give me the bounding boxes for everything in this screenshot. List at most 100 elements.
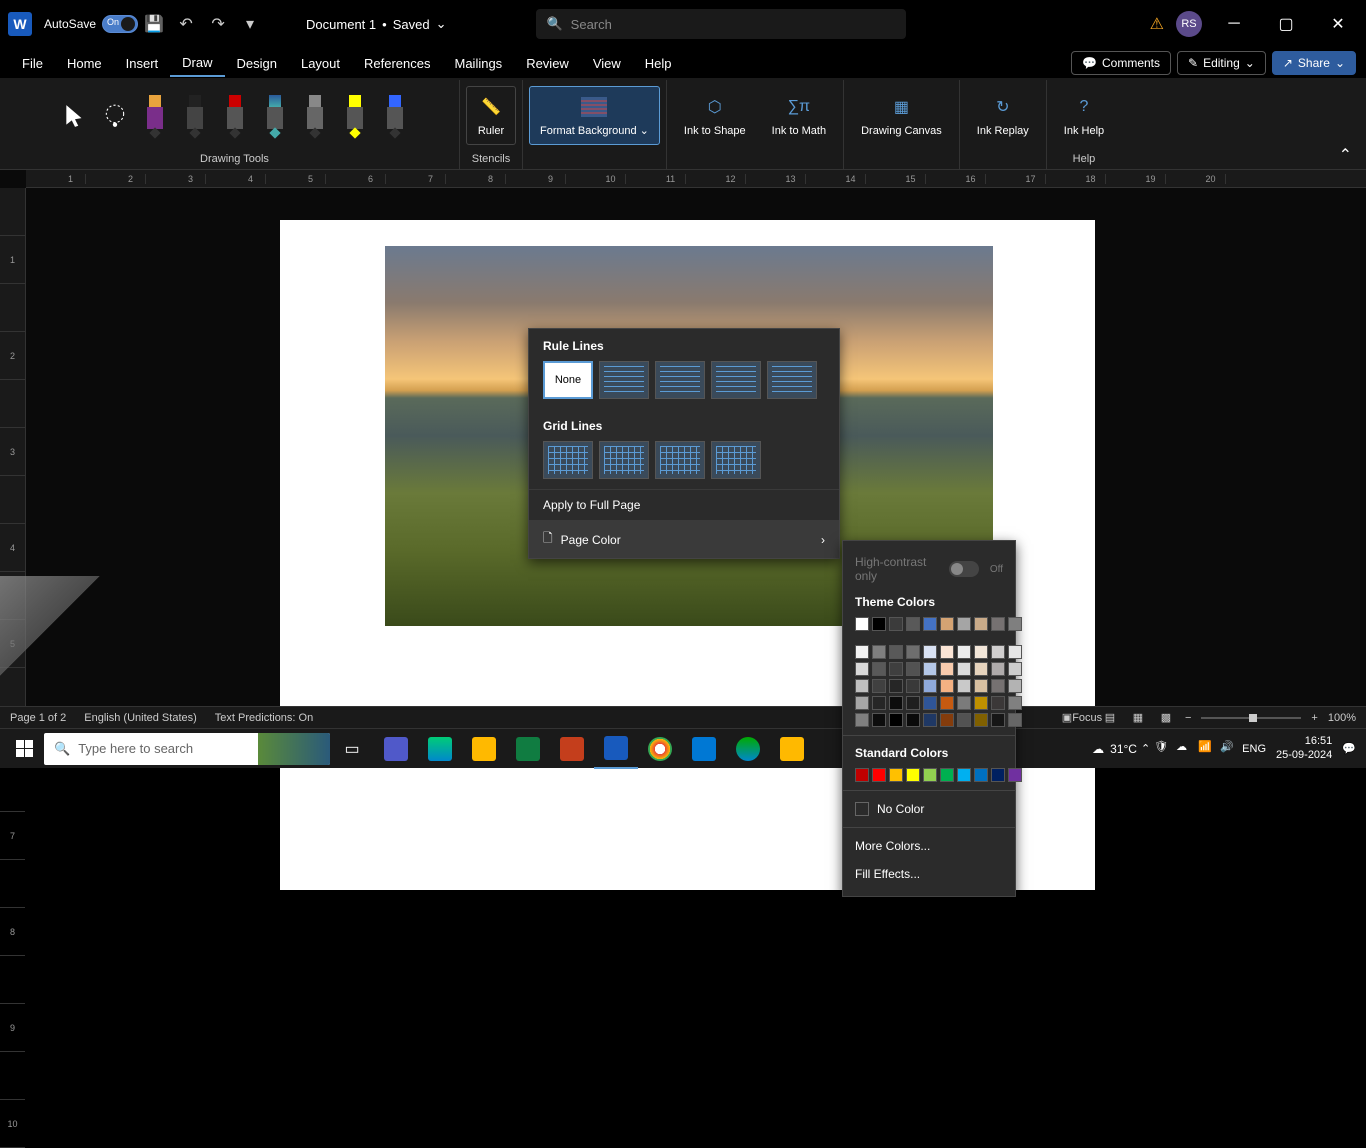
color-swatch[interactable] xyxy=(872,662,886,676)
tab-home[interactable]: Home xyxy=(55,51,114,76)
ruler-button[interactable]: 📏 Ruler xyxy=(466,86,516,145)
color-swatch[interactable] xyxy=(991,713,1005,727)
color-swatch[interactable] xyxy=(872,696,886,710)
color-swatch[interactable] xyxy=(906,696,920,710)
collapse-ribbon-button[interactable]: ⌃ xyxy=(1335,141,1356,169)
user-avatar[interactable]: RS xyxy=(1176,11,1202,37)
color-swatch[interactable] xyxy=(974,617,988,631)
color-swatch[interactable] xyxy=(940,645,954,659)
fill-effects-item[interactable]: Fill Effects... xyxy=(843,860,1015,888)
document-title[interactable]: Document 1 • Saved ⌄ xyxy=(306,16,446,32)
grid-large[interactable] xyxy=(655,441,705,479)
page-count[interactable]: Page 1 of 2 xyxy=(10,712,66,724)
zoom-level[interactable]: 100% xyxy=(1328,712,1356,724)
onenote-app-icon[interactable] xyxy=(726,729,770,769)
color-swatch[interactable] xyxy=(974,679,988,693)
color-swatch[interactable] xyxy=(991,645,1005,659)
tray-volume-icon[interactable]: 🔊 xyxy=(1220,740,1238,758)
color-swatch[interactable] xyxy=(906,645,920,659)
pen-yellow-purple[interactable] xyxy=(137,86,173,146)
grid-xlarge[interactable] xyxy=(711,441,761,479)
language-indicator[interactable]: English (United States) xyxy=(84,712,197,724)
color-swatch[interactable] xyxy=(957,713,971,727)
color-swatch[interactable] xyxy=(923,713,937,727)
color-swatch[interactable] xyxy=(1008,713,1022,727)
tab-help[interactable]: Help xyxy=(633,51,684,76)
print-layout-button[interactable]: ▦ xyxy=(1129,709,1147,727)
color-swatch[interactable] xyxy=(889,713,903,727)
grid-small[interactable] xyxy=(543,441,593,479)
color-swatch[interactable] xyxy=(1008,645,1022,659)
color-swatch[interactable] xyxy=(957,662,971,676)
chrome-app-icon[interactable] xyxy=(638,729,682,769)
color-swatch[interactable] xyxy=(940,768,954,782)
zoom-out-button[interactable]: − xyxy=(1185,712,1191,724)
color-swatch[interactable] xyxy=(957,645,971,659)
ink-replay-button[interactable]: ↻Ink Replay xyxy=(966,86,1040,145)
color-swatch[interactable] xyxy=(889,679,903,693)
redo-icon[interactable]: ↷ xyxy=(208,14,228,34)
color-swatch[interactable] xyxy=(957,617,971,631)
undo-icon[interactable]: ↶ xyxy=(176,14,196,34)
color-swatch[interactable] xyxy=(1008,617,1022,631)
weather-widget[interactable]: ☁31°C xyxy=(1092,742,1137,756)
color-swatch[interactable] xyxy=(1008,768,1022,782)
format-background-button[interactable]: Format Background ⌄ xyxy=(529,86,660,145)
pen-red[interactable] xyxy=(217,86,253,146)
tray-language[interactable]: ENG xyxy=(1242,743,1266,755)
color-swatch[interactable] xyxy=(855,713,869,727)
drawing-canvas-button[interactable]: ▦Drawing Canvas xyxy=(850,86,953,145)
rule-lines-wide[interactable] xyxy=(767,361,817,399)
tray-onedrive-icon[interactable]: ☁ xyxy=(1176,740,1194,758)
select-tool[interactable] xyxy=(57,86,93,146)
tab-insert[interactable]: Insert xyxy=(114,51,171,76)
tab-view[interactable]: View xyxy=(581,51,633,76)
color-swatch[interactable] xyxy=(940,679,954,693)
color-swatch[interactable] xyxy=(1008,679,1022,693)
warning-icon[interactable]: ⚠ xyxy=(1150,14,1164,34)
color-swatch[interactable] xyxy=(855,696,869,710)
grid-medium[interactable] xyxy=(599,441,649,479)
color-swatch[interactable] xyxy=(940,617,954,631)
color-swatch[interactable] xyxy=(855,768,869,782)
tab-references[interactable]: References xyxy=(352,51,442,76)
web-layout-button[interactable]: ▩ xyxy=(1157,709,1175,727)
color-swatch[interactable] xyxy=(923,679,937,693)
color-swatch[interactable] xyxy=(974,662,988,676)
ink-to-math-button[interactable]: ∑πInk to Math xyxy=(761,86,837,145)
color-swatch[interactable] xyxy=(906,662,920,676)
taskbar-search[interactable]: 🔍 Type here to search xyxy=(44,733,330,765)
document-canvas[interactable]: 1234567891011121314151617181920 12345678… xyxy=(0,170,1366,758)
read-mode-button[interactable]: ▤ xyxy=(1101,709,1119,727)
color-swatch[interactable] xyxy=(1008,696,1022,710)
text-predictions-indicator[interactable]: Text Predictions: On xyxy=(215,712,313,724)
ink-to-shape-button[interactable]: ⬡Ink to Shape xyxy=(673,86,757,145)
tray-chevron-icon[interactable]: ⌃ xyxy=(1141,742,1150,755)
highlighter-yellow[interactable] xyxy=(337,86,373,146)
close-button[interactable]: ✕ xyxy=(1318,9,1358,39)
color-swatch[interactable] xyxy=(855,617,869,631)
start-button[interactable] xyxy=(4,729,44,769)
color-swatch[interactable] xyxy=(889,645,903,659)
edge-app-icon[interactable] xyxy=(418,729,462,769)
minimize-button[interactable]: ─ xyxy=(1214,9,1254,39)
tab-review[interactable]: Review xyxy=(514,51,581,76)
maximize-button[interactable]: ▢ xyxy=(1266,9,1306,39)
qat-customize-icon[interactable]: ▾ xyxy=(240,14,260,34)
color-swatch[interactable] xyxy=(974,645,988,659)
explorer-app-icon[interactable] xyxy=(462,729,506,769)
focus-mode-button[interactable]: ▣ Focus xyxy=(1073,709,1091,727)
color-swatch[interactable] xyxy=(991,768,1005,782)
outlook-app-icon[interactable] xyxy=(682,729,726,769)
editing-mode-button[interactable]: ✎Editing⌄ xyxy=(1177,51,1266,75)
zoom-slider[interactable] xyxy=(1201,717,1301,719)
rule-lines-college[interactable] xyxy=(655,361,705,399)
no-color-item[interactable]: No Color xyxy=(843,795,1015,823)
color-swatch[interactable] xyxy=(991,696,1005,710)
tray-wifi-icon[interactable]: 📶 xyxy=(1198,740,1216,758)
color-swatch[interactable] xyxy=(923,617,937,631)
color-swatch[interactable] xyxy=(872,713,886,727)
tray-security-icon[interactable]: 🛡 xyxy=(1154,740,1172,758)
color-swatch[interactable] xyxy=(957,696,971,710)
comments-button[interactable]: 💬Comments xyxy=(1071,51,1171,75)
